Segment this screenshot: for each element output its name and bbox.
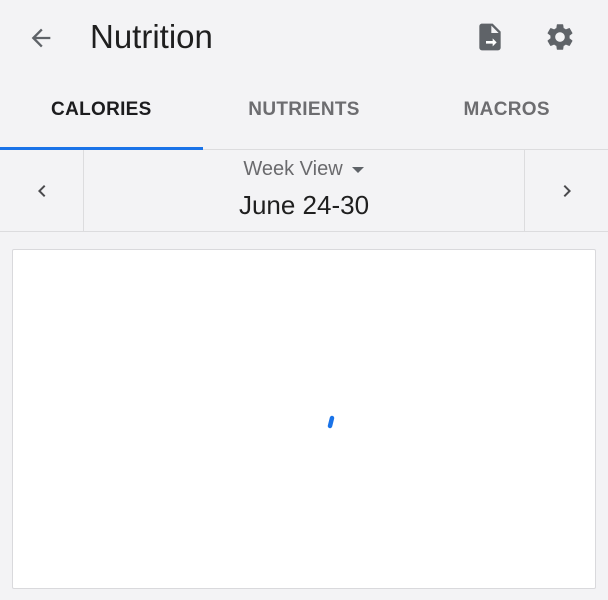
chart-card (12, 249, 596, 589)
settings-button[interactable] (540, 17, 580, 57)
gear-icon (547, 24, 573, 50)
page-title: Nutrition (90, 18, 213, 55)
app-bar: Nutrition (0, 0, 608, 74)
chevron-left-icon (37, 184, 45, 197)
week-navigator: Week View June 24-30 (0, 150, 608, 232)
view-mode-dropdown[interactable]: Week View (84, 158, 524, 181)
tab-macros[interactable]: MACROS (405, 74, 608, 149)
file-export-icon (479, 23, 501, 51)
loading-spinner-icon (327, 415, 335, 429)
back-button[interactable] (22, 19, 60, 57)
chevron-right-icon (563, 184, 571, 197)
export-button[interactable] (470, 17, 510, 57)
next-week-button[interactable] (524, 150, 608, 231)
tab-calories[interactable]: CALORIES (0, 74, 203, 150)
arrow-left-icon (31, 28, 51, 48)
tab-bar: CALORIES NUTRIENTS MACROS (0, 74, 608, 150)
previous-week-button[interactable] (0, 150, 84, 231)
caret-down-icon (351, 166, 364, 173)
view-mode-label: Week View (243, 158, 343, 180)
tab-nutrients[interactable]: NUTRIENTS (203, 74, 406, 149)
date-range-label: June 24-30 (238, 190, 370, 220)
